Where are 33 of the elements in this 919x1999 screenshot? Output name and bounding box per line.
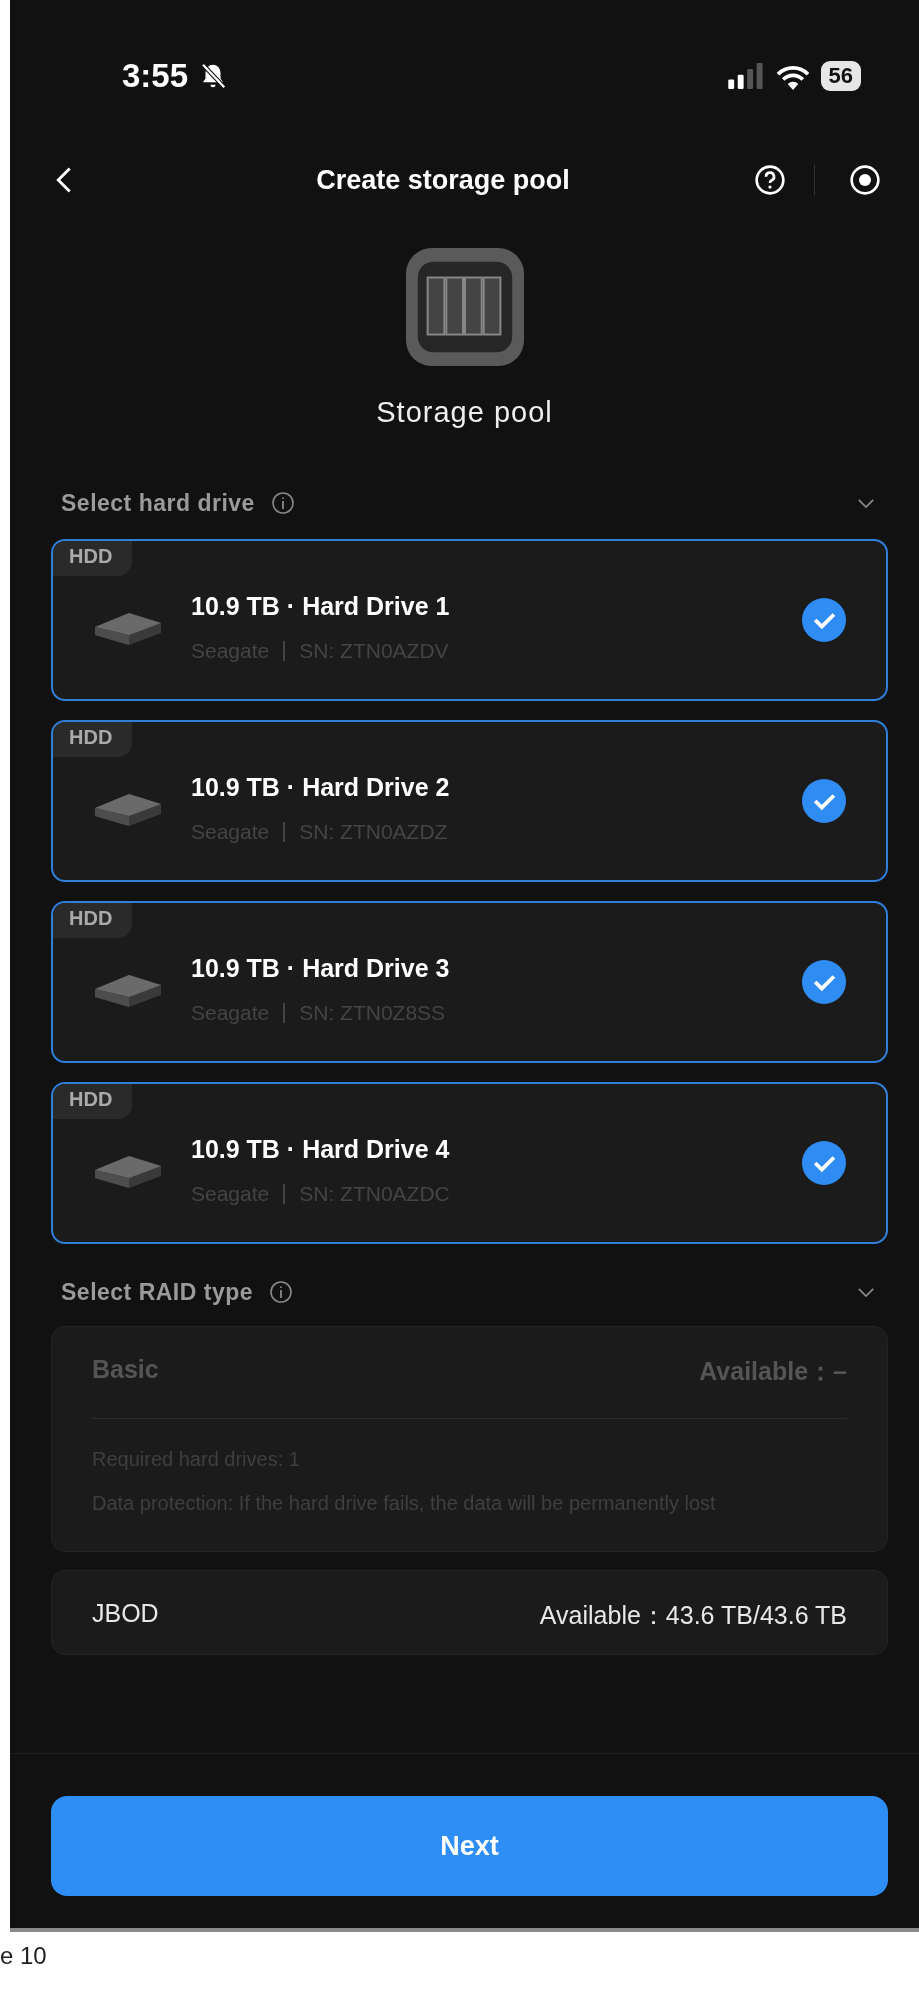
hero-label: Storage pool — [376, 396, 553, 429]
back-icon[interactable] — [56, 166, 72, 194]
drive-type-tag: HDD — [53, 722, 133, 757]
chevron-icon[interactable] — [857, 1286, 875, 1298]
info-icon[interactable] — [270, 491, 295, 515]
status-time: 3:55 — [122, 57, 189, 95]
page-footer-text: e 10 — [0, 1942, 47, 1970]
checkmark-icon — [802, 960, 846, 1004]
storage-pool-icon — [405, 248, 524, 366]
page-title: Create storage pool — [315, 164, 571, 196]
checkmark-icon — [802, 598, 846, 642]
signal-icon — [726, 63, 765, 89]
raid-available: Available：– — [699, 1356, 847, 1387]
drive-type-tag: HDD — [53, 1084, 133, 1119]
drive-title: 10.9 TB · Hard Drive 1 — [191, 591, 450, 621]
raid-available: Available：43.6 TB/43.6 TB — [539, 1600, 847, 1631]
raid-option-card[interactable]: JBOD Available：43.6 TB/43.6 TB — [51, 1570, 888, 1655]
chevron-icon[interactable] — [857, 497, 875, 509]
raid-name: JBOD — [92, 1599, 159, 1629]
raid-name: Basic — [92, 1355, 159, 1385]
record-icon[interactable] — [849, 164, 881, 196]
battery-indicator: 56 — [820, 61, 861, 91]
drive-title: 10.9 TB · Hard Drive 2 — [191, 772, 450, 802]
checkmark-icon — [802, 779, 846, 823]
drive-type-tag: HDD — [53, 903, 133, 938]
help-icon[interactable] — [754, 164, 786, 196]
drive-title: 10.9 TB · Hard Drive 3 — [191, 953, 450, 983]
section-title: Select hard drive — [61, 489, 255, 517]
drive-title: 10.9 TB · Hard Drive 4 — [191, 1134, 450, 1164]
drive-type-tag: HDD — [53, 541, 133, 576]
info-icon[interactable] — [269, 1280, 294, 1304]
checkmark-icon — [802, 1141, 846, 1185]
section-title: Select RAID type — [61, 1278, 254, 1306]
